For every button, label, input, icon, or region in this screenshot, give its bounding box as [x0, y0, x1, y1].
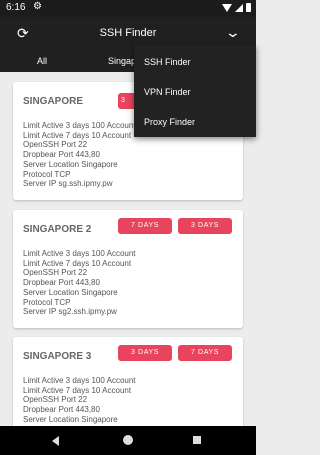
tab-all[interactable]: All: [37, 56, 47, 66]
detail-line: OpenSSH Port 22: [23, 268, 88, 278]
menu-item-vpn-finder[interactable]: VPN Finder: [144, 87, 191, 97]
status-bar: 6:16 ⚙: [0, 0, 256, 17]
detail-line: Protocol TCP: [23, 169, 71, 179]
detail-line: OpenSSH Port 22: [23, 140, 88, 150]
detail-line: Protocol TCP: [23, 297, 71, 307]
detail-line: Server Location Singapore: [23, 159, 118, 169]
server-name: SINGAPORE 3: [23, 351, 92, 362]
back-icon[interactable]: [52, 436, 59, 446]
detail-line: Limit Active 7 days 10 Account: [23, 385, 132, 395]
detail-line: Dropbear Port 443,80: [23, 278, 100, 288]
server-card: SINGAPORE 2 7 DAYS 3 DAYS Limit Active 3…: [13, 210, 243, 328]
7-days-button[interactable]: 7 DAYS: [178, 345, 232, 361]
server-card: SINGAPORE 3 3 DAYS 7 DAYS Limit Active 3…: [13, 337, 243, 426]
detail-line: Server IP sg2.ssh.ipmy.pw: [23, 307, 117, 317]
recents-icon[interactable]: [193, 436, 201, 444]
detail-line: Server Location Singapore: [23, 287, 118, 297]
settings-icon: ⚙: [33, 1, 42, 12]
wifi-icon: [222, 3, 232, 12]
signal-icon: [235, 3, 243, 12]
home-icon[interactable]: [123, 435, 133, 445]
detail-line: Dropbear Port 443,80: [23, 150, 100, 160]
server-name: SINGAPORE 2: [23, 224, 92, 235]
server-details: Limit Active 3 days 100 Account Limit Ac…: [23, 249, 136, 317]
detail-line: Dropbear Port 443,80: [23, 405, 100, 415]
battery-icon: [246, 3, 251, 12]
detail-line: Limit Active 3 days 100 Account: [23, 249, 136, 258]
navigation-bar: [0, 426, 256, 455]
3-days-button[interactable]: 3 DAYS: [118, 345, 172, 361]
server-name: SINGAPORE: [23, 96, 84, 107]
detail-line: Limit Active 7 days 10 Account: [23, 130, 132, 140]
server-details: Limit Active 3 days 100 Account Limit Ac…: [23, 121, 136, 189]
7-days-button[interactable]: 7 DAYS: [118, 218, 172, 234]
status-icons: [222, 3, 251, 12]
detail-line: Server Location Singapore: [23, 414, 118, 424]
detail-line: Limit Active 3 days 100 Account: [23, 121, 136, 130]
menu-item-proxy-finder[interactable]: Proxy Finder: [144, 117, 195, 127]
3-days-button[interactable]: 3 DAYS: [178, 218, 232, 234]
app-title: SSH Finder: [99, 27, 157, 39]
detail-line: OpenSSH Port 22: [23, 395, 88, 405]
server-details: Limit Active 3 days 100 Account Limit Ac…: [23, 376, 136, 425]
menu-item-ssh-finder[interactable]: SSH Finder: [144, 57, 191, 67]
detail-line: Limit Active 7 days 10 Account: [23, 258, 132, 268]
detail-line: Limit Active 3 days 100 Account: [23, 376, 136, 385]
chevron-down-icon[interactable]: ⌄: [225, 24, 241, 41]
detail-line: Server IP sg.ssh.ipmy.pw: [23, 179, 113, 189]
overflow-menu: SSH Finder VPN Finder Proxy Finder: [134, 45, 256, 137]
status-time: 6:16: [6, 2, 26, 13]
